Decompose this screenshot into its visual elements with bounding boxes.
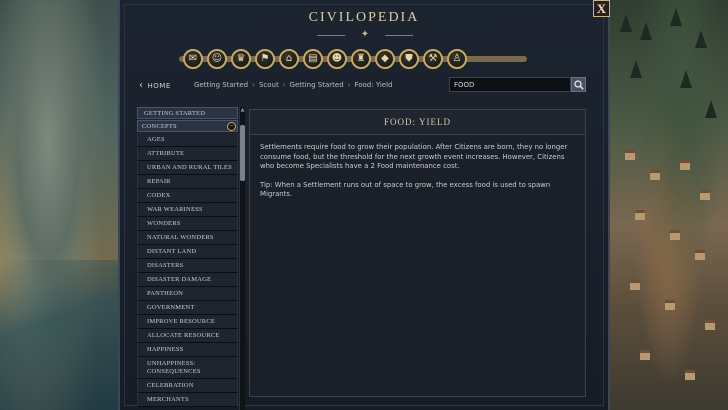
list-item[interactable]: IMPROVE RESOURCE xyxy=(137,315,238,329)
collapse-icon[interactable]: − xyxy=(227,122,236,131)
home-button[interactable]: ‹ HOME xyxy=(139,80,171,91)
breadcrumb-separator-icon: › xyxy=(282,81,286,89)
building-icon[interactable]: ▤ xyxy=(303,49,323,69)
list-item[interactable]: DISASTERS xyxy=(137,259,238,273)
list-item[interactable]: PANTHEON xyxy=(137,287,238,301)
shield-icon[interactable]: ⛊ xyxy=(399,49,419,69)
house xyxy=(630,280,640,290)
tree xyxy=(705,100,717,118)
game-world-left xyxy=(0,0,120,410)
tree xyxy=(630,60,642,78)
page-title: CIVILOPEDIA xyxy=(308,10,420,25)
breadcrumb-item-current: Food: Yield xyxy=(354,81,393,89)
breadcrumb-separator-icon: › xyxy=(252,81,255,89)
breadcrumb-separator-icon: › xyxy=(347,81,351,89)
house xyxy=(700,190,710,200)
people-icon[interactable]: ☻ xyxy=(327,49,347,69)
breadcrumb: Getting Started › Scout › Getting Starte… xyxy=(194,81,393,89)
title-ornament-icon: ✦ xyxy=(317,29,413,41)
sidebar-scrollbar[interactable]: ▲ xyxy=(239,107,245,410)
list-item[interactable]: WONDERS xyxy=(137,217,238,231)
house xyxy=(635,210,645,220)
section-getting-started[interactable]: GETTING STARTED xyxy=(137,107,238,119)
tree xyxy=(670,8,682,26)
resource-icon[interactable]: ◆ xyxy=(375,49,395,69)
article-paragraph: Settlements require food to grow their p… xyxy=(260,143,568,171)
breadcrumb-item[interactable]: Scout xyxy=(259,81,279,89)
house xyxy=(650,170,660,180)
list-item[interactable]: UNHAPPINESS: CONSEQUENCES xyxy=(137,357,238,379)
scroll-icon[interactable]: ✉ xyxy=(183,49,203,69)
list-item[interactable]: DISASTER DAMAGE xyxy=(137,273,238,287)
flag-icon[interactable]: ⚑ xyxy=(255,49,275,69)
house xyxy=(670,230,680,240)
article-title: FOOD: YIELD xyxy=(250,110,585,135)
list-item[interactable]: ATTRIBUTE xyxy=(137,147,238,161)
house xyxy=(685,370,695,380)
list-item[interactable]: AGES xyxy=(137,133,238,147)
article-paragraph: Tip: When a Settlement runs out of space… xyxy=(260,180,551,199)
home-label: HOME xyxy=(147,81,171,90)
sea xyxy=(0,260,120,410)
tower-icon[interactable]: ♜ xyxy=(351,49,371,69)
list-item[interactable]: DISTANT LAND xyxy=(137,245,238,259)
breadcrumb-item[interactable]: Getting Started xyxy=(194,81,248,89)
article-body: Settlements require food to grow their p… xyxy=(250,135,585,200)
list-item[interactable]: NATURAL WONDERS xyxy=(137,231,238,245)
list-item[interactable]: HAPPINESS xyxy=(137,343,238,357)
trophy-icon[interactable]: ♛ xyxy=(231,49,251,69)
breadcrumb-item[interactable]: Getting Started xyxy=(290,81,344,89)
city-icon[interactable]: ⌂ xyxy=(279,49,299,69)
list-item[interactable]: WAR WEARINESS xyxy=(137,203,238,217)
scroll-up-icon[interactable]: ▲ xyxy=(240,107,245,113)
search-button[interactable] xyxy=(571,77,586,92)
category-bar: ✉ ☺ ♛ ⚑ ⌂ ▤ ☻ ♜ ◆ ⛊ ⚒ ♙ xyxy=(179,46,527,72)
list-item[interactable]: MERCHANTS xyxy=(137,393,238,407)
chevron-left-icon: ‹ xyxy=(139,80,144,91)
mask-icon[interactable]: ☺ xyxy=(207,49,227,69)
tree xyxy=(640,22,652,40)
section-concepts[interactable]: CONCEPTS − xyxy=(137,120,238,132)
article-panel: FOOD: YIELD Settlements require food to … xyxy=(249,109,586,397)
tree xyxy=(695,30,707,48)
person-icon[interactable]: ♙ xyxy=(447,49,467,69)
list-item[interactable]: GOVERNMENT xyxy=(137,301,238,315)
house xyxy=(625,150,635,160)
pickaxe-icon[interactable]: ⚒ xyxy=(423,49,443,69)
search-input[interactable]: FOOD xyxy=(449,77,571,92)
house xyxy=(640,350,650,360)
tree xyxy=(680,70,692,88)
house xyxy=(705,320,715,330)
list-item[interactable]: REPAIR xyxy=(137,175,238,189)
tree xyxy=(620,14,632,32)
game-world-right xyxy=(610,0,728,410)
list-item[interactable]: URBAN AND RURAL TILES xyxy=(137,161,238,175)
house xyxy=(695,250,705,260)
list-item[interactable]: ALLOCATE RESOURCE xyxy=(137,329,238,343)
scroll-thumb[interactable] xyxy=(240,125,245,181)
section-label: CONCEPTS xyxy=(142,123,177,130)
search-icon xyxy=(573,79,584,90)
list-item[interactable]: CODEX xyxy=(137,189,238,203)
house xyxy=(665,300,675,310)
house xyxy=(680,160,690,170)
list-item[interactable]: CELEBRATION xyxy=(137,379,238,393)
section-label: GETTING STARTED xyxy=(144,110,206,117)
topic-list: GETTING STARTED CONCEPTS − AGES ATTRIBUT… xyxy=(137,107,238,410)
